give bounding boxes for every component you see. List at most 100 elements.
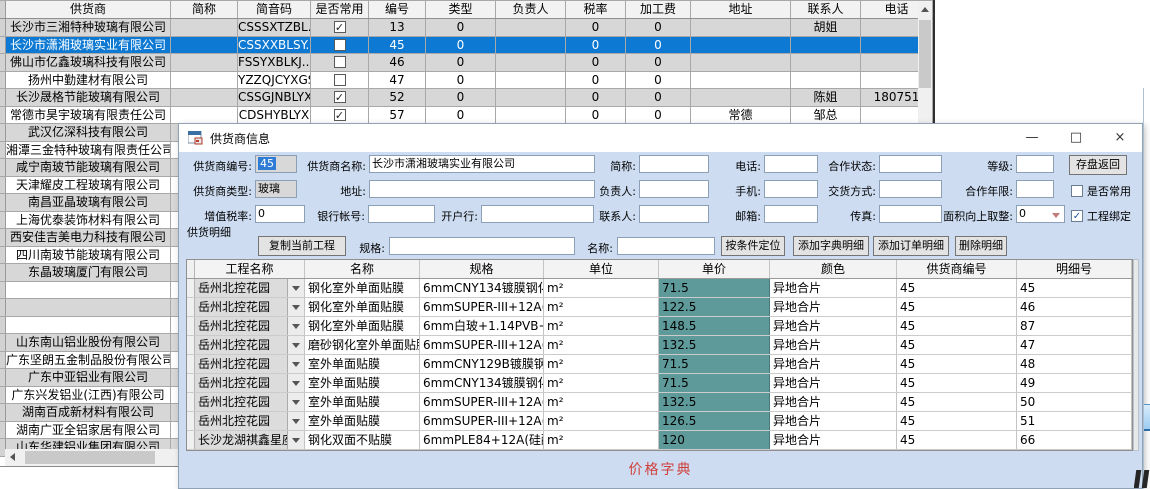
column-header-code[interactable]: 简音码 [238,1,311,18]
grid-column-header-6[interactable]: 供货商编号 [897,260,1017,278]
column-header-manager[interactable]: 负责人 [496,1,566,18]
name-filter-label: 名称: [551,240,613,256]
column-header-type[interactable]: 类型 [426,1,496,18]
mobile-input[interactable] [764,180,818,198]
scroll-up-icon[interactable] [921,7,929,12]
bank_account-input[interactable] [368,205,435,223]
combo-arrow-button[interactable] [287,431,304,449]
detail-row[interactable]: 岳州北控花园磨砂钢化室外单面贴膜6mmSUPER-III+12A(硅...m²1… [187,336,1132,355]
common-checkbox[interactable] [334,74,346,86]
delivery-input[interactable] [879,180,942,198]
common-checkbox[interactable] [334,39,346,51]
bank-input[interactable] [481,205,594,223]
locate-by-condition-button[interactable]: 按条件定位 [721,236,785,256]
detail-row[interactable]: 岳州北控花园室外单面贴膜6mmSUPER-III+12A(硅...m²132.5… [187,393,1132,412]
horizontal-scrollbar-thumb[interactable] [25,451,155,464]
project-combo[interactable]: 岳州北控花园 [195,355,305,373]
common-checkbox[interactable]: ✓ [334,21,346,33]
column-header-common[interactable]: 是否常用 [311,1,369,18]
common-checkbox[interactable]: ✓ [334,109,346,121]
chevron-down-icon[interactable] [1052,213,1060,218]
project-combo[interactable]: 岳州北控花园 [195,412,305,430]
grid-column-header-7[interactable]: 明细号 [1017,260,1132,278]
combo-arrow-button[interactable] [287,374,304,392]
column-header-addr[interactable]: 地址 [691,1,791,18]
supplier_type-input[interactable]: 玻璃 [255,180,297,198]
column-header-abbr[interactable]: 简称 [171,1,238,18]
detail-row[interactable]: 岳州北控花园室外单面贴膜6mmCNY129B镀膜钢化m²71.5异地合片4548 [187,355,1132,374]
supplier_name-input[interactable]: 长沙市潇湘玻璃实业有限公司 [369,155,595,173]
vertical-scrollbar-thumb[interactable] [919,20,931,88]
cell-type: 0 [426,107,496,124]
combo-arrow-button[interactable] [287,412,304,430]
column-header-tax[interactable]: 税率 [566,1,626,18]
contact-input[interactable] [639,205,709,223]
supplier-row[interactable]: 长沙晟格节能玻璃有限公司CSSGJNBLYXGS✓52000陈姐180751 [0,89,934,107]
phone-input[interactable] [764,155,818,173]
area_round-dropdown[interactable]: 0 [1016,205,1065,223]
scroll-left-icon[interactable] [10,453,15,461]
name-filter-input[interactable] [617,237,715,255]
supplier-row[interactable]: 长沙市潇湘玻璃实业有限公司CSSXXBLSY...45000 [0,37,934,55]
project-combo[interactable]: 岳州北控花园 [195,393,305,411]
column-header-contact[interactable]: 联系人 [791,1,861,18]
vertical-scrollbar[interactable] [918,2,932,123]
project-combo[interactable]: 岳州北控花园 [195,336,305,354]
combo-arrow-button[interactable] [287,317,304,335]
grid-column-header-0[interactable]: 工程名称 [195,260,305,278]
column-header-fee[interactable]: 加工费 [626,1,691,18]
common-checkbox[interactable]: ✓ [334,91,346,103]
coop_years-input[interactable] [1016,180,1054,198]
email-input[interactable] [764,205,818,223]
detail-row[interactable]: 岳州北控花园钢化室外单面贴膜6mmSUPER-III+12A(硅...m²122… [187,298,1132,317]
detail-row[interactable]: 长沙龙湖祺鑫星座钢化双面不贴膜6mmPLE84+12A(硅酮胶...m²120异… [187,431,1132,450]
combo-arrow-button[interactable] [287,298,304,316]
supplier_no-input[interactable]: 45 [255,155,297,173]
delete-detail-button[interactable]: 删除明细 [955,236,1007,256]
checkbox-checked-icon[interactable]: ✓ [1071,210,1083,222]
supplier-row[interactable]: 佛山市亿鑫玻璃科技有限公司FSSYXBLKJ...46000 [0,54,934,72]
combo-arrow-button[interactable] [287,393,304,411]
grid-column-header-3[interactable]: 单位 [544,260,659,278]
grid-column-header-5[interactable]: 颜色 [770,260,897,278]
project-bind-checkbox[interactable]: ✓ 工程绑定 [1071,208,1131,224]
project-combo[interactable]: 岳州北控花园 [195,298,305,316]
manager-input[interactable] [639,180,709,198]
maximize-icon[interactable]: □ [1054,124,1098,151]
spec-filter-input[interactable] [389,237,575,255]
supplier-row[interactable]: 常德市昊宇玻璃有限责任公司CDSHYBLYX✓57000常德邹总 [0,107,934,125]
vat-input[interactable]: 0 [255,205,305,223]
grade-input[interactable] [1016,155,1054,173]
supplier-row[interactable]: 长沙市三湘特种玻璃有限公司CSSSXTZBL...✓13000胡姐 [0,19,934,37]
combo-arrow-button[interactable] [287,279,304,297]
grid-column-header-1[interactable]: 名称 [305,260,420,278]
grid-column-header-2[interactable]: 规格 [420,260,544,278]
address-input[interactable] [369,180,595,198]
supplier-row[interactable]: 扬州中勤建材有限公司YZZQJCYXGS47000 [0,72,934,90]
column-header-num[interactable]: 编号 [369,1,426,18]
combo-arrow-button[interactable] [287,336,304,354]
detail-row[interactable]: 岳州北控花园室外单面贴膜6mmCNY134镀膜钢化m²71.5异地合片4549 [187,374,1132,393]
add-dictionary-detail-button[interactable]: 添加字典明细 [793,236,869,256]
common-checkbox[interactable] [334,56,346,68]
save-return-button[interactable]: 存盘返回 [1069,155,1127,175]
project-combo[interactable]: 岳州北控花园 [195,279,305,297]
close-icon[interactable]: × [1098,124,1142,151]
add-order-detail-button[interactable]: 添加订单明细 [873,236,949,256]
detail-row[interactable]: 岳州北控花园钢化室外单面贴膜6mmCNY134镀膜钢化m²71.5异地合片454… [187,279,1132,298]
project-combo[interactable]: 岳州北控花园 [195,317,305,335]
column-header-supplier[interactable]: 供货商 [6,1,171,18]
project-combo[interactable]: 长沙龙湖祺鑫星座 [195,431,305,449]
combo-arrow-button[interactable] [287,355,304,373]
cell-abbr [171,37,238,54]
checkbox-icon[interactable] [1071,185,1083,197]
coop_status-input[interactable] [879,155,942,173]
detail-row[interactable]: 岳州北控花园室外单面贴膜6mmSUPER-III+12A(硅...m²126.5… [187,412,1132,431]
detail-row[interactable]: 岳州北控花园钢化室外单面贴膜6mm白玻+1.14PVB+6mm...m²148.… [187,317,1132,336]
common-use-checkbox[interactable]: 是否常用 [1071,183,1131,199]
detail-grid-scrollbar[interactable] [1133,259,1139,451]
minimize-icon[interactable]: — [1010,124,1054,151]
grid-column-header-4[interactable]: 单价 [659,260,770,278]
abbr-input[interactable] [639,155,709,173]
project-combo[interactable]: 岳州北控花园 [195,374,305,392]
